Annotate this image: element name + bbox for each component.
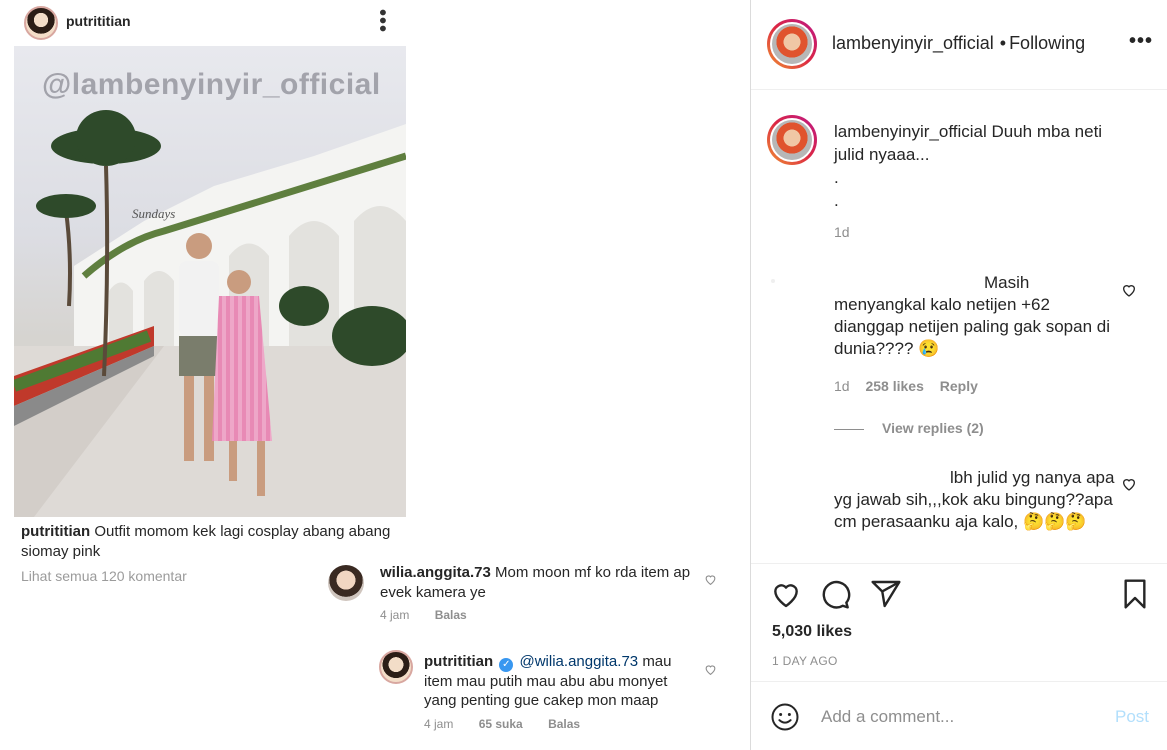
post-side-panel: lambenyinyir_official • Following ••• lamb… (750, 0, 1167, 750)
reposted-screenshot: putrititian ••• Sundays @lambenyinyir_of… (0, 0, 750, 750)
comment-meta: 1d 258 likes Reply (834, 378, 990, 394)
comment-text: putrititian ✓ @wilia.anggita.73 mau item… (424, 652, 694, 710)
following-button[interactable]: Following (1009, 33, 1085, 53)
comment-input[interactable] (821, 705, 1101, 729)
header-username[interactable]: lambenyinyir_official (832, 33, 994, 53)
caption-username[interactable]: putrititian (21, 523, 90, 540)
caption-line: . (834, 168, 839, 187)
separator-dot: • (999, 33, 1007, 53)
avatar[interactable] (328, 565, 364, 601)
comment-username[interactable]: wilia.anggita.73 (380, 564, 491, 581)
comment-text: Masih menyangkal kalo netijen +62 diangg… (834, 273, 1111, 358)
heart-icon[interactable] (770, 578, 802, 615)
post-button[interactable]: Post (1115, 707, 1149, 727)
share-icon[interactable] (870, 578, 902, 615)
emoji-icon[interactable] (770, 702, 800, 737)
avatar[interactable] (771, 279, 775, 283)
comment-text: wilia.anggita.73 Mom moon mf ko rda item… (380, 563, 700, 603)
more-icon[interactable]: ••• (1129, 30, 1153, 53)
comment-time: 4 jam (380, 608, 410, 622)
left-post-username[interactable]: putrititian (66, 13, 131, 29)
avatar[interactable] (767, 19, 817, 69)
add-comment-bar: Post (751, 681, 1167, 750)
reply-button[interactable]: Reply (940, 378, 978, 394)
comment-likes[interactable]: 65 suka (479, 717, 523, 731)
avatar[interactable] (379, 650, 413, 684)
see-all-comments-link[interactable]: Lihat semua 120 komentar (21, 568, 187, 584)
photo-illustration: Sundays (14, 110, 406, 517)
caption-time: 1d (834, 224, 850, 240)
post-caption: lambenyinyir_official Duuh mba neti juli… (834, 120, 1134, 212)
bookmark-icon[interactable] (1119, 578, 1151, 615)
likes-count[interactable]: 5,030 likes (772, 623, 852, 641)
heart-icon[interactable] (704, 573, 717, 591)
comment-username[interactable]: putrititian (424, 653, 493, 670)
divider (834, 428, 864, 430)
mention-link[interactable]: @wilia.anggita.73 (520, 653, 639, 670)
avatar[interactable] (767, 115, 817, 165)
watermark-text: @lambenyinyir_official (42, 68, 381, 101)
heart-icon[interactable] (704, 663, 717, 681)
view-replies-button[interactable]: View replies (2) (834, 420, 984, 436)
avatar[interactable] (24, 6, 58, 40)
comment-time: 4 jam (424, 717, 454, 731)
svg-text:Sundays: Sundays (132, 206, 175, 221)
comment-text: lbh julid yg nanya apa yg jawab sih,,,ko… (834, 468, 1115, 531)
comment-time: 1d (834, 378, 850, 394)
post-date: 1 DAY AGO (772, 654, 838, 668)
comment-likes[interactable]: 258 likes (865, 378, 923, 394)
comment-meta: 4 jam 65 suka Balas (424, 717, 602, 731)
post-header: lambenyinyir_official • Following ••• (751, 0, 1167, 90)
reply-button[interactable]: Balas (435, 608, 467, 622)
left-post-caption: putrititian Outfit momom kek lagi cospla… (21, 522, 401, 562)
caption-line: . (834, 191, 839, 210)
view-replies-label: View replies (2) (882, 420, 984, 436)
verified-icon: ✓ (499, 658, 514, 672)
comments-area[interactable]: lambenyinyir_official Duuh mba neti juli… (751, 91, 1167, 563)
comment-meta: 4 jam Balas (380, 608, 489, 622)
reply-button[interactable]: Balas (548, 717, 580, 731)
post-photo: Sundays @lambenyinyir_official (14, 46, 406, 517)
header-user: lambenyinyir_official • Following (832, 33, 1085, 54)
comment-icon[interactable] (819, 578, 851, 615)
left-post-header: putrititian ••• (0, 0, 405, 44)
heart-icon[interactable] (1121, 282, 1137, 303)
caption-username[interactable]: lambenyinyir_official (834, 122, 987, 141)
more-icon[interactable]: ••• (371, 9, 393, 33)
heart-icon[interactable] (1121, 476, 1137, 497)
